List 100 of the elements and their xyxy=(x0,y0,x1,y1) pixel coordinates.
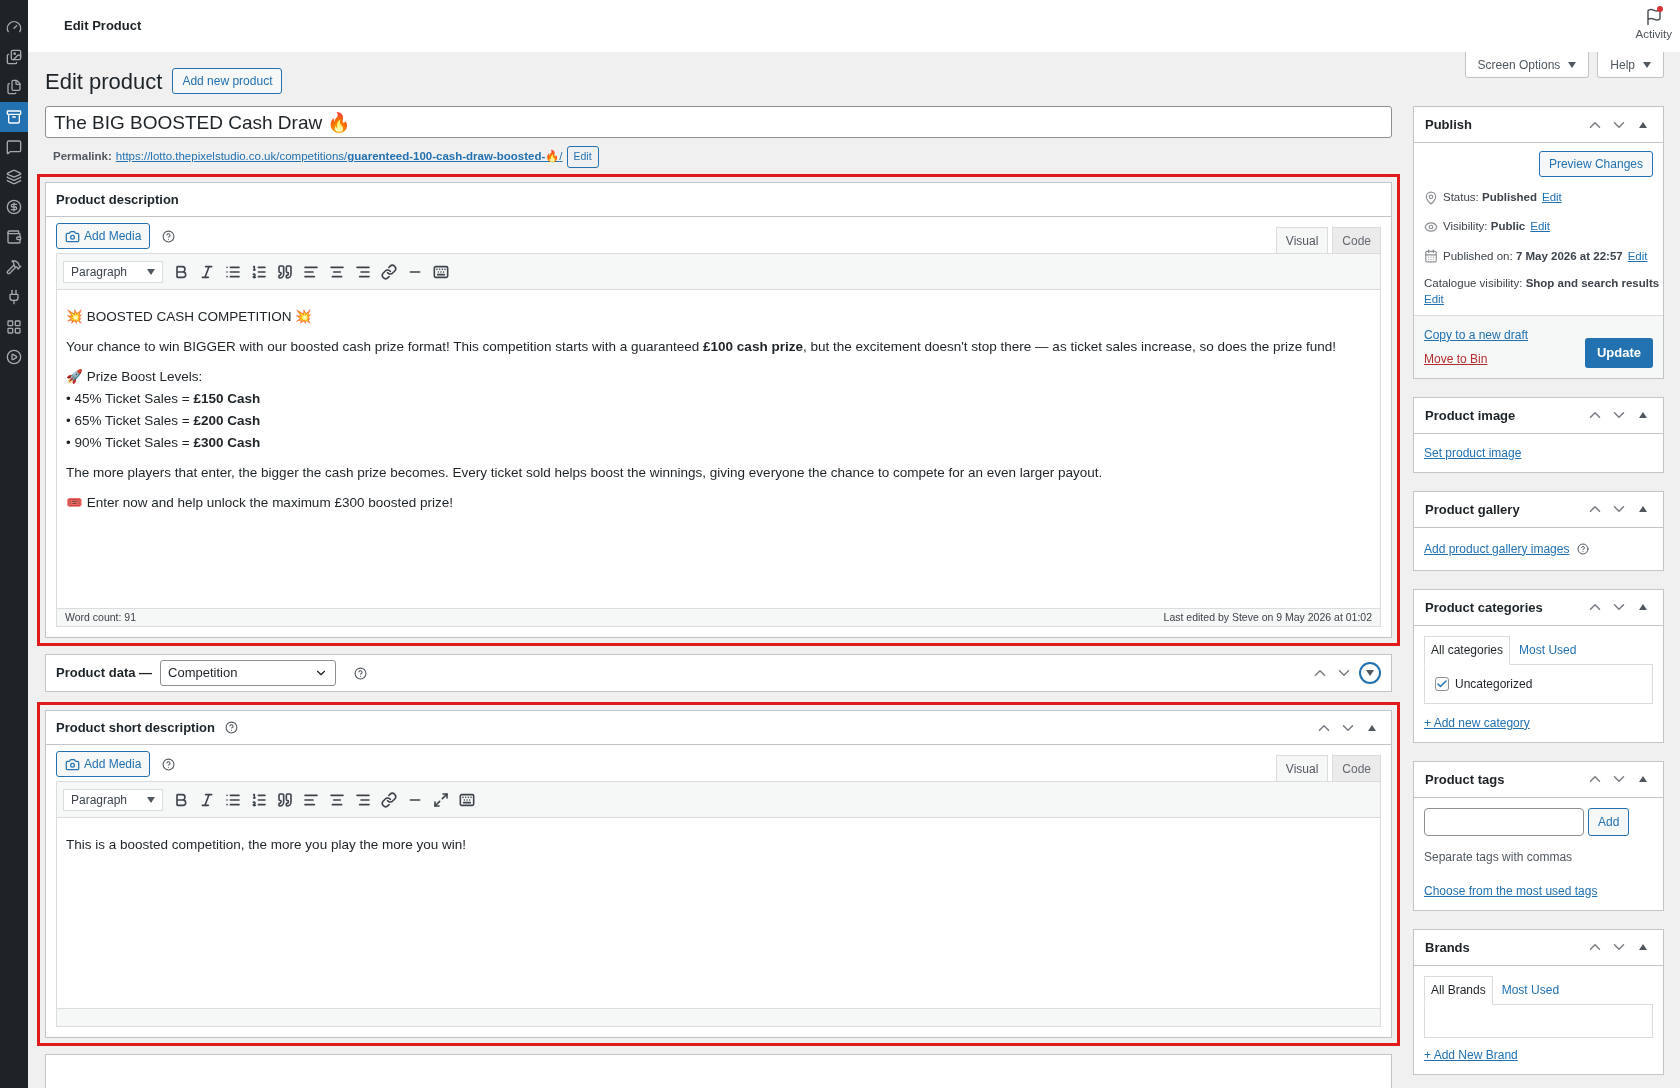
toolbar-toggle-icon[interactable] xyxy=(433,263,449,280)
edit-permalink-button[interactable]: Edit xyxy=(566,146,599,168)
layers-icon xyxy=(6,169,22,185)
copy-draft-link[interactable]: Copy to a new draft xyxy=(1424,325,1529,344)
triangle-icon xyxy=(1639,604,1647,611)
add-media-button[interactable]: Add Media xyxy=(56,751,151,777)
panel-title: Product gallery xyxy=(1425,500,1520,519)
paragraph: 💥 BOOSTED CASH COMPETITION 💥 xyxy=(66,308,314,326)
preview-changes-button[interactable]: Preview Changes xyxy=(1538,151,1653,177)
editor-tab[interactable]: Code xyxy=(1332,755,1381,781)
last-edited-text: Last edited by Steve on 9 May 2026 at 01:02 xyxy=(1163,609,1372,625)
edit-link[interactable]: Edit xyxy=(1541,189,1562,207)
help-icon xyxy=(224,721,238,734)
add-category-link[interactable]: + Add new category xyxy=(1424,713,1653,732)
update-button[interactable]: Update xyxy=(1584,337,1653,368)
italic-icon[interactable] xyxy=(199,263,215,280)
paragraph: This is a boosted competition, the more you play the more you win! xyxy=(66,836,467,854)
play-icon xyxy=(6,349,22,365)
checkbox[interactable] xyxy=(1435,676,1449,691)
hammer-icon xyxy=(6,259,22,275)
most-used-tags-link[interactable]: Choose from the most used tags xyxy=(1424,881,1653,900)
triangle-icon xyxy=(1639,944,1647,951)
link-icon[interactable] xyxy=(381,791,397,808)
publish-detail: Status: Published xyxy=(1443,190,1537,205)
caret-icon xyxy=(1568,61,1577,68)
help-icon xyxy=(1577,542,1590,555)
add-brand-link[interactable]: + Add New Brand xyxy=(1424,1045,1653,1064)
bold-icon[interactable] xyxy=(173,263,189,280)
fullscreen-icon[interactable] xyxy=(433,791,449,808)
page-title: Edit Product xyxy=(64,17,142,36)
tab[interactable]: All categories xyxy=(1424,635,1511,665)
set-image-link[interactable]: Set product image xyxy=(1424,445,1522,460)
add-gallery-link[interactable]: Add product gallery images xyxy=(1424,539,1570,558)
editor-tab[interactable]: Visual xyxy=(1275,227,1329,253)
product-title-field[interactable]: The BIG BOOSTED Cash Draw 🔥 xyxy=(45,106,1392,138)
triangle-icon xyxy=(1368,724,1376,731)
editor-tab[interactable]: Visual xyxy=(1275,755,1329,781)
pages-icon xyxy=(6,79,22,95)
bold-icon[interactable] xyxy=(173,791,189,808)
triangle-icon xyxy=(1639,776,1647,783)
caret-icon xyxy=(1366,670,1374,676)
activity-button[interactable]: Activity xyxy=(1635,8,1672,44)
media-icon xyxy=(65,756,80,772)
calendar-icon xyxy=(1424,249,1438,264)
toolbar-toggle-icon[interactable] xyxy=(459,791,475,808)
dropdown-caret-icon xyxy=(147,796,155,803)
caret-icon xyxy=(1643,61,1651,68)
italic-icon[interactable] xyxy=(199,791,215,808)
page-heading: Edit product xyxy=(45,67,163,96)
panel-title: Product data — xyxy=(56,664,153,683)
text-line: 🚀 Prize Boost Levels: xyxy=(66,368,204,386)
paragraph: 🎟 Enter now and help unlock the maximum £300 boosted prize! xyxy=(66,494,454,512)
add-tag-button[interactable]: Add xyxy=(1588,807,1630,836)
tab[interactable]: All Brands xyxy=(1424,975,1493,1005)
quote-icon[interactable] xyxy=(277,263,293,280)
link-icon[interactable] xyxy=(381,263,397,280)
tab[interactable]: Most Used xyxy=(1492,975,1569,1004)
add-new-product-button[interactable]: Add new product xyxy=(172,68,283,94)
gauge-icon xyxy=(6,19,22,35)
panel-title: Publish xyxy=(1425,115,1472,134)
catalogue-visibility-text: Catalogue visibility: Shop and search results xyxy=(1424,276,1660,289)
quote-icon[interactable] xyxy=(277,791,293,808)
toggle-panel-button[interactable] xyxy=(1359,662,1381,684)
dropdown-caret-icon xyxy=(147,268,155,275)
edit-link[interactable]: Edit xyxy=(1424,292,1444,305)
panel-title: Product description xyxy=(56,190,179,209)
media-icon xyxy=(65,228,80,244)
help-icon xyxy=(354,666,368,680)
images-icon xyxy=(6,49,22,65)
eye-icon xyxy=(1424,219,1438,234)
panel-title: Product image xyxy=(1425,406,1516,425)
publish-detail: Visibility: Public xyxy=(1443,219,1526,235)
edit-link[interactable]: Edit xyxy=(1627,247,1648,265)
paragraph: Your chance to win BIGGER with our boosted cash prize format! This competition starts with a guaranteed £100 cash prize, but the excitement doesn't stop there — as ticket sales increase, so does the prize fund! xyxy=(66,338,1338,356)
editor-tab[interactable]: Code xyxy=(1332,227,1381,253)
format-dropdown[interactable]: Paragraph xyxy=(63,788,163,811)
product-type-select[interactable]: Competition xyxy=(160,660,337,686)
help-icon xyxy=(162,229,176,243)
word-count: Word count: 91 xyxy=(65,609,136,625)
wallet-icon xyxy=(6,229,22,245)
dollar-icon xyxy=(6,199,22,215)
grid-icon xyxy=(6,319,22,335)
text-line: • 90% Ticket Sales = £300 Cash xyxy=(66,434,262,452)
format-dropdown[interactable]: Paragraph xyxy=(63,260,163,283)
panel-title: Product tags xyxy=(1425,770,1505,789)
move-to-bin-link[interactable]: Move to Bin xyxy=(1424,349,1529,368)
menu-item[interactable] xyxy=(0,102,28,132)
numbered-list-icon[interactable] xyxy=(251,791,267,808)
triangle-icon xyxy=(1639,412,1647,419)
tab[interactable]: Most Used xyxy=(1510,635,1586,664)
archive-box-icon xyxy=(6,109,22,125)
add-media-button[interactable]: Add Media xyxy=(56,223,151,249)
screen-meta-button[interactable]: Screen Options xyxy=(1464,52,1590,78)
screen-meta-button[interactable]: Help xyxy=(1597,52,1664,78)
publish-detail: Published on: 7 May 2026 at 22:57 xyxy=(1443,248,1623,264)
numbered-list-icon[interactable] xyxy=(251,263,267,280)
speech-bubble-icon xyxy=(6,139,22,155)
edit-link[interactable]: Edit xyxy=(1530,218,1551,236)
tag-field[interactable] xyxy=(1424,807,1584,836)
permalink-link[interactable]: https://lotto.thepixelstudio.co.uk/competitions/guarenteed-100-cash-draw-boosted-🔥/ xyxy=(115,148,563,166)
